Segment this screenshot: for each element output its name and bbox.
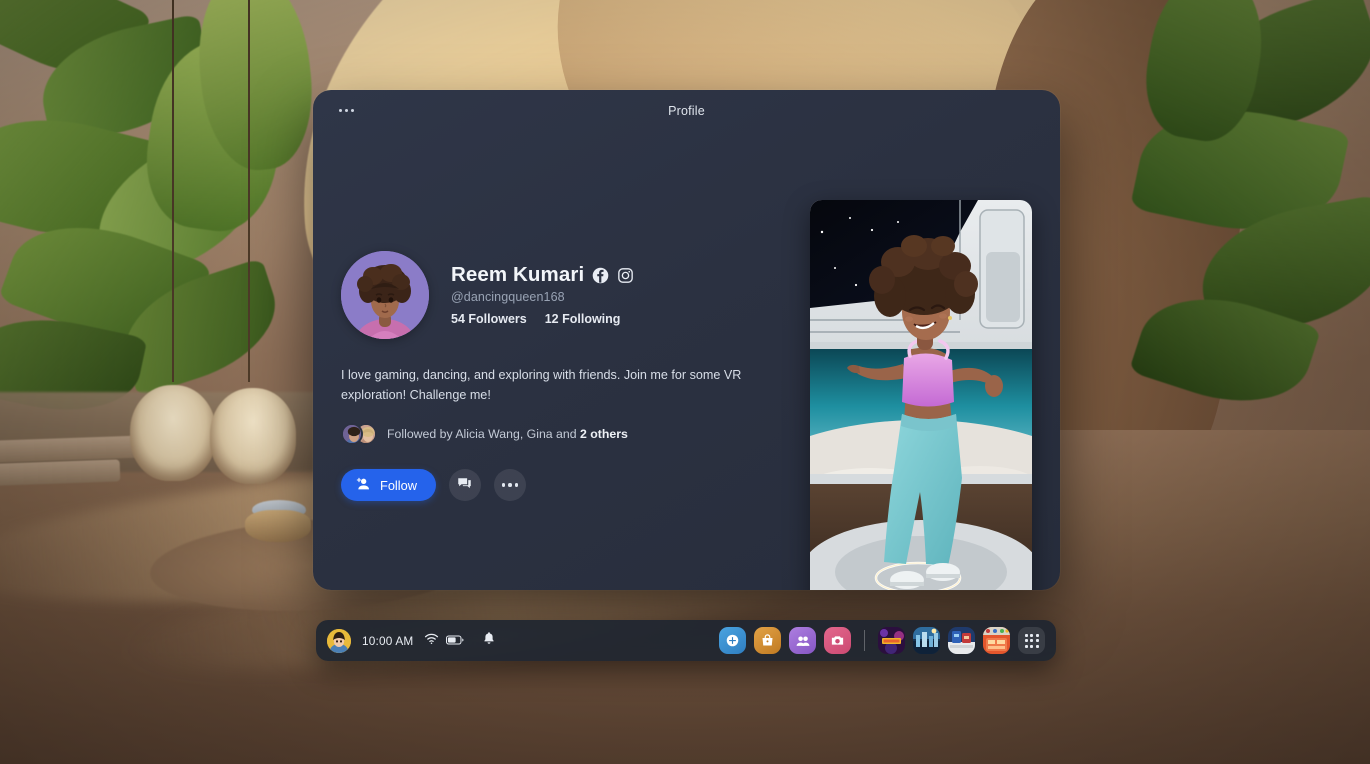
- wifi-icon[interactable]: [424, 632, 439, 650]
- more-horizontal-icon: [501, 483, 519, 487]
- game-thumbnail-neon[interactable]: [878, 627, 905, 654]
- taskbar-divider: [864, 630, 865, 651]
- follower-avatar-stack: [341, 423, 377, 446]
- avatar-showcase[interactable]: [810, 200, 1032, 590]
- notification-bell-icon[interactable]: [482, 631, 496, 650]
- profile-details-column: Reem Kumari @dancingqueen168 54 Follower…: [341, 136, 810, 590]
- taskbar-status-group: 10:00 AM: [327, 628, 496, 653]
- follow-button-label: Follow: [380, 477, 417, 493]
- page-title: Profile: [668, 104, 705, 118]
- avatar-portrait-illustration: [341, 251, 429, 339]
- camera-icon[interactable]: [824, 627, 851, 654]
- store-icon[interactable]: [754, 627, 781, 654]
- followed-by-row[interactable]: Followed by Alicia Wang, Gina and 2 othe…: [341, 423, 810, 446]
- profile-panel: Profile Reem Kumari @dancingqueen168 54 …: [313, 90, 1060, 590]
- instagram-icon[interactable]: [617, 267, 634, 284]
- follow-button[interactable]: Follow: [341, 469, 436, 502]
- following-count[interactable]: 12 Following: [545, 312, 621, 326]
- more-options-button[interactable]: [493, 469, 526, 502]
- clock-time: 10:00 AM: [362, 633, 414, 648]
- person-add-icon: [355, 476, 371, 495]
- profile-actions: Follow: [341, 469, 810, 502]
- profile-name: Reem Kumari: [451, 263, 585, 286]
- message-button[interactable]: [448, 469, 481, 502]
- profile-stats: 54 Followers 12 Following: [451, 312, 634, 326]
- avatar-full-body-illustration: [810, 200, 1032, 590]
- app-grid-icon[interactable]: [1018, 627, 1045, 654]
- game-thumbnail-arcade[interactable]: [983, 627, 1010, 654]
- followed-by-prefix: Followed by Alicia Wang, Gina and: [387, 427, 580, 442]
- explore-icon[interactable]: [719, 627, 746, 654]
- panel-header: Profile: [313, 90, 1060, 136]
- profile-bio: I love gaming, dancing, and exploring wi…: [341, 368, 742, 402]
- battery-icon[interactable]: [446, 632, 464, 650]
- followed-by-text: Followed by Alicia Wang, Gina and 2 othe…: [387, 427, 628, 441]
- facebook-icon[interactable]: [592, 267, 609, 284]
- status-icons: [424, 631, 496, 650]
- followers-count[interactable]: 54 Followers: [451, 312, 527, 326]
- showcase-column: [810, 136, 1032, 590]
- identity-text: Reem Kumari @dancingqueen168 54 Follower…: [451, 251, 634, 326]
- taskbar: 10:00 AM: [316, 620, 1056, 661]
- panel-body: Reem Kumari @dancingqueen168 54 Follower…: [313, 136, 1060, 590]
- name-row: Reem Kumari: [451, 263, 634, 287]
- game-thumbnail-city[interactable]: [913, 627, 940, 654]
- user-avatar-icon[interactable]: [327, 628, 351, 653]
- followed-by-others: 2 others: [579, 427, 628, 442]
- avatar[interactable]: [341, 251, 429, 339]
- people-icon[interactable]: [789, 627, 816, 654]
- follower-avatar: [341, 423, 363, 446]
- chat-bubble-icon: [457, 476, 472, 494]
- game-thumbnail-robot[interactable]: [948, 627, 975, 654]
- taskbar-apps-group: [719, 627, 1045, 654]
- identity-row: Reem Kumari @dancingqueen168 54 Follower…: [341, 251, 810, 339]
- profile-handle: @dancingqueen168: [451, 290, 565, 304]
